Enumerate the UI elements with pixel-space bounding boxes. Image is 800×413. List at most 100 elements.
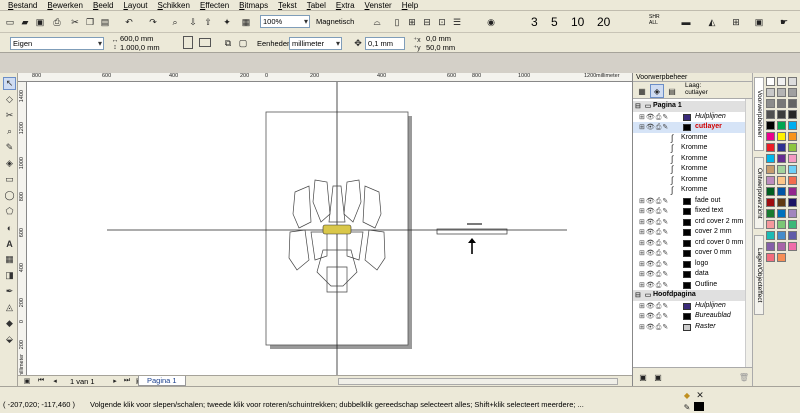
palette-swatch[interactable] [788, 187, 797, 196]
basic-shapes-tool-icon[interactable]: ◐ [3, 221, 16, 234]
palette-swatch[interactable] [777, 220, 786, 229]
layer-visibility-icons[interactable]: ⊞👁⎙✎ [639, 302, 669, 312]
layer-row[interactable]: ⊞👁⎙✎ Bureaublad [633, 311, 745, 322]
layer-visibility-icons[interactable]: ⊞👁⎙✎ [639, 312, 669, 322]
layer-visibility-icons[interactable]: ⊞👁⎙✎ [639, 281, 669, 291]
palette-swatch[interactable] [777, 154, 786, 163]
no-fill-icon[interactable]: ✕ [693, 388, 707, 402]
palette-swatch[interactable] [766, 77, 775, 86]
interactive-blend-tool-icon[interactable]: ◨ [3, 269, 16, 282]
menu-tabel[interactable]: Tabel [302, 1, 331, 10]
palette-swatch[interactable] [766, 88, 775, 97]
palette-swatch[interactable] [788, 220, 797, 229]
palette-swatch[interactable] [777, 132, 786, 141]
palette-swatch[interactable] [777, 242, 786, 251]
layer-visibility-icons[interactable]: ⊞👁⎙✎ [639, 239, 669, 249]
palette-swatch[interactable] [766, 198, 775, 207]
palette-swatch[interactable] [777, 231, 786, 240]
collapse-icon[interactable]: ⊟ ▭ [635, 291, 652, 301]
outline-color-swatch[interactable] [694, 402, 704, 411]
text-tool-icon[interactable]: A [3, 237, 16, 250]
palette-swatch[interactable] [777, 121, 786, 130]
welcome-screen-icon[interactable]: ▦ [239, 15, 253, 29]
page-node[interactable]: ⊟ ▭ Hoofdpagina [633, 290, 745, 301]
palette-swatch[interactable] [766, 176, 775, 185]
eyedropper-tool-icon[interactable]: ✒ [3, 285, 16, 298]
layer-row[interactable]: ⊞👁⎙✎ data [633, 269, 745, 280]
magnet-icon[interactable]: ⌓ [370, 15, 384, 29]
redo-icon[interactable]: ↷ [146, 15, 160, 29]
layer-row[interactable]: ⊞👁⎙✎ cover 0 mm [633, 248, 745, 259]
page-width-field[interactable]: 600,0 mm [120, 34, 153, 43]
copy-icon[interactable]: ❐ [83, 15, 97, 29]
search-icon[interactable]: ⌕ [168, 15, 182, 29]
menu-bestand[interactable]: Bestand [3, 1, 42, 10]
palette-swatch[interactable] [766, 231, 775, 240]
duplicate-x-field[interactable]: 0,0 mm [426, 34, 451, 43]
layer-manager-view-icon[interactable]: ▤ [665, 84, 679, 98]
palette-swatch[interactable] [788, 77, 797, 86]
layer-visibility-icons[interactable]: ⊞👁⎙✎ [639, 228, 669, 238]
layer-row[interactable]: ⊞👁⎙✎ crd cover 0 mm [633, 238, 745, 249]
fill-tool-icon[interactable]: ◆ [3, 317, 16, 330]
palette-swatch[interactable] [766, 143, 775, 152]
macro-button-20[interactable]: 20 [597, 15, 610, 29]
menu-schikken[interactable]: Schikken [152, 1, 194, 10]
menu-extra[interactable]: Extra [331, 1, 360, 10]
layer-row[interactable]: ⊞👁⎙✎ Raster [633, 322, 745, 333]
layer-row[interactable]: ⊞👁⎙✎ Outline [633, 280, 745, 291]
palette-swatch[interactable] [788, 132, 797, 141]
horizontal-ruler[interactable]: 800 600 400 200 0 200 400 600 800 1000 1… [18, 73, 632, 82]
duplicate-y-field[interactable]: 50,0 mm [426, 43, 455, 52]
layer-visibility-icons[interactable]: ⊞👁⎙✎ [639, 207, 669, 217]
tab-design-overview[interactable]: Ontwerpoverzicht [754, 157, 764, 229]
open-folder-icon[interactable]: ▰ [18, 15, 32, 29]
palette-swatch[interactable] [777, 176, 786, 185]
outline-indicator-icon[interactable]: ✎ [680, 400, 694, 413]
palette-swatch[interactable] [766, 220, 775, 229]
snap-grid-icon[interactable]: ▯ [390, 15, 404, 29]
tab-layers-effects[interactable]: Lagen/Objecteffect [754, 235, 764, 315]
macro-layout-icon[interactable]: ⊞ [729, 15, 743, 29]
interactive-fill-tool-icon[interactable]: ⬙ [3, 333, 16, 346]
macro-info-icon[interactable]: ▣ [752, 15, 766, 29]
landscape-icon[interactable] [199, 38, 211, 47]
palette-swatch[interactable] [788, 121, 797, 130]
menu-tekst[interactable]: Tekst [273, 1, 302, 10]
object-row[interactable]: ∫ Kromme [633, 154, 745, 165]
snap-guidelines-icon[interactable]: ⊞ [405, 15, 419, 29]
layer-visibility-icons[interactable]: ⊞👁⎙✎ [639, 113, 669, 123]
show-properties-icon[interactable]: ▦ [635, 84, 649, 98]
palette-swatch[interactable] [766, 132, 775, 141]
zoom-level-select[interactable]: 100% [260, 15, 310, 28]
all-pages-icon[interactable]: ⧉ [221, 36, 235, 50]
export-icon[interactable]: ⇧ [201, 15, 215, 29]
macro-button-3[interactable]: 3 [531, 15, 538, 29]
print-icon[interactable]: ⎙ [50, 15, 64, 29]
palette-swatch[interactable] [788, 165, 797, 174]
new-master-layer-icon[interactable]: ▣ [651, 370, 665, 384]
macro-button-5[interactable]: 5 [551, 15, 558, 29]
layer-visibility-icons[interactable]: ⊞👁⎙✎ [639, 249, 669, 259]
page-size-preset-select[interactable]: Eigen [10, 37, 104, 50]
smart-fill-tool-icon[interactable]: ◈ [3, 157, 16, 170]
palette-swatch[interactable] [788, 154, 797, 163]
crop-tool-icon[interactable]: ✂ [3, 109, 16, 122]
palette-swatch[interactable] [766, 99, 775, 108]
ellipse-tool-icon[interactable]: ◯ [3, 189, 16, 202]
object-row[interactable]: ∫ Kromme [633, 143, 745, 154]
import-icon[interactable]: ⇩ [186, 15, 200, 29]
layer-row[interactable]: ⊞👁⎙✎ fade out [633, 196, 745, 207]
macro-button-10[interactable]: 10 [571, 15, 584, 29]
drawing-canvas[interactable] [27, 82, 632, 375]
palette-swatch[interactable] [777, 143, 786, 152]
palette-swatch[interactable] [788, 143, 797, 152]
vertical-ruler[interactable]: 1400 1200 1000 800 600 400 200 0 200 mil… [18, 82, 27, 375]
menu-bewerken[interactable]: Bewerken [42, 1, 88, 10]
polygon-tool-icon[interactable]: ⬠ [3, 205, 16, 218]
palette-swatch[interactable] [766, 165, 775, 174]
cut-icon[interactable]: ✂ [68, 15, 82, 29]
new-document-icon[interactable]: ▭ [3, 15, 17, 29]
layer-visibility-icons[interactable]: ⊞👁⎙✎ [639, 270, 669, 280]
macro-tool-icon[interactable]: ▬ [679, 15, 693, 29]
